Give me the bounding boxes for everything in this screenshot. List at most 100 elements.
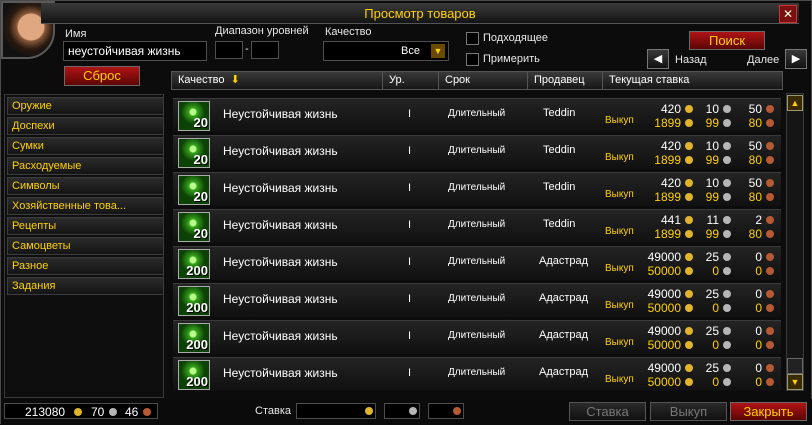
bid-copper: 0 [755, 287, 762, 301]
column-seller[interactable]: Продавец [527, 71, 603, 90]
bid-copper-input[interactable] [428, 403, 464, 419]
bid-label: Ставка [255, 405, 291, 417]
table-row[interactable]: 200 Неустойчивая жизнь I Длительный Адас… [173, 283, 781, 317]
usable-checkbox[interactable] [466, 32, 479, 45]
gold-coin-icon [685, 156, 693, 164]
search-button[interactable]: Поиск [689, 31, 765, 50]
column-quality[interactable]: Качество ⬇ [171, 71, 383, 90]
table-row[interactable]: 200 Неустойчивая жизнь I Длительный Адас… [173, 246, 781, 280]
results-scrollbar[interactable]: ▲ ▼ [786, 93, 804, 391]
buyout-label: Выкуп [605, 189, 634, 200]
scroll-up-icon[interactable]: ▲ [787, 95, 803, 111]
silver-coin-icon [723, 253, 731, 261]
silver-coin-icon [723, 119, 731, 127]
name-label: Имя [65, 28, 87, 40]
gold-coin-icon [685, 364, 693, 372]
table-row[interactable]: 20 Неустойчивая жизнь I Длительный Teddi… [173, 135, 781, 169]
bid-price: 441 11 2 [635, 213, 775, 227]
table-row[interactable]: 200 Неустойчивая жизнь I Длительный Адас… [173, 320, 781, 354]
next-page-button[interactable]: ▶ [785, 49, 807, 69]
bid-silver-input[interactable] [384, 403, 420, 419]
buyout-price: 1899 99 80 [635, 190, 775, 204]
close-icon[interactable]: ✕ [779, 5, 797, 23]
item-icon[interactable]: 20 [178, 101, 210, 131]
chevron-down-icon[interactable]: ▼ [431, 44, 445, 58]
copper-coin-icon [766, 156, 774, 164]
level-range-label: Диапазон уровней [215, 25, 309, 37]
item-count: 20 [193, 115, 208, 130]
close-button[interactable]: Закрыть [730, 402, 807, 421]
scroll-down-icon[interactable]: ▼ [787, 374, 803, 390]
bid-silver: 10 [705, 139, 719, 153]
buyout-gold: 50000 [647, 301, 681, 315]
level-min-input[interactable] [215, 41, 243, 59]
item-level: I [408, 108, 412, 120]
silver-coin-icon [723, 230, 731, 238]
category-item[interactable]: Расходуемые [7, 157, 164, 175]
bid-button[interactable]: Ставка [569, 402, 646, 421]
item-time-left: Длительный [448, 145, 506, 156]
buyout-silver: 0 [712, 338, 719, 352]
gold-coin-icon [685, 230, 693, 238]
item-time-left: Длительный [448, 330, 506, 341]
item-icon[interactable]: 20 [178, 138, 210, 168]
item-count: 20 [193, 189, 208, 204]
name-input[interactable]: неустойчивая жизнь [63, 41, 207, 61]
item-level: I [408, 293, 412, 305]
table-row[interactable]: 20 Неустойчивая жизнь I Длительный Teddi… [173, 172, 781, 206]
bid-gold-input[interactable] [296, 403, 376, 419]
item-icon[interactable]: 200 [178, 360, 210, 390]
table-row[interactable]: 200 Неустойчивая жизнь I Длительный Адас… [173, 357, 781, 391]
gold-coin-icon [685, 193, 693, 201]
bid-copper: 0 [755, 324, 762, 338]
buyout-copper: 0 [755, 338, 762, 352]
column-level[interactable]: Ур. [382, 71, 439, 90]
buyout-label: Выкуп [605, 263, 634, 274]
item-name: Неустойчивая жизнь [223, 144, 338, 158]
item-icon[interactable]: 200 [178, 286, 210, 316]
copper-coin-icon [143, 408, 151, 416]
scroll-thumb[interactable] [787, 358, 803, 374]
buyout-copper: 0 [755, 301, 762, 315]
category-item[interactable]: Задания [7, 277, 164, 295]
reset-button[interactable]: Сброс [64, 66, 140, 86]
category-item[interactable]: Доспехи [7, 117, 164, 135]
category-item[interactable]: Оружие [7, 97, 164, 115]
buyout-silver: 99 [705, 153, 719, 167]
item-count: 200 [186, 337, 208, 352]
item-icon[interactable]: 20 [178, 212, 210, 242]
buyout-copper: 80 [748, 153, 762, 167]
buyout-gold: 50000 [647, 264, 681, 278]
buyout-price: 1899 99 80 [635, 227, 775, 241]
item-icon[interactable]: 200 [178, 249, 210, 279]
category-item[interactable]: Хозяйственные това... [7, 197, 164, 215]
category-item[interactable]: Символы [7, 177, 164, 195]
bid-gold: 49000 [647, 324, 681, 338]
item-level: I [408, 330, 412, 342]
column-time[interactable]: Срок [438, 71, 528, 90]
display-on-char-checkbox[interactable] [466, 53, 479, 66]
table-row[interactable]: 20 Неустойчивая жизнь I Длительный Teddi… [173, 209, 781, 243]
copper-coin-icon [766, 193, 774, 201]
bid-copper: 50 [748, 102, 762, 116]
buyout-copper: 80 [748, 116, 762, 130]
category-item[interactable]: Самоцветы [7, 237, 164, 255]
buyout-silver: 0 [712, 301, 719, 315]
category-item[interactable]: Рецепты [7, 217, 164, 235]
column-bid[interactable]: Текущая ставка [602, 71, 783, 90]
bid-silver: 25 [705, 361, 719, 375]
player-money: 213080 70 46 [4, 403, 158, 419]
item-seller: Teddin [543, 107, 576, 119]
copper-coin-icon [766, 253, 774, 261]
item-icon[interactable]: 20 [178, 175, 210, 205]
item-icon[interactable]: 200 [178, 323, 210, 353]
category-item[interactable]: Разное [7, 257, 164, 275]
silver-coin-icon [723, 364, 731, 372]
table-row[interactable]: 20 Неустойчивая жизнь I Длительный Teddi… [173, 98, 781, 132]
level-max-input[interactable] [251, 41, 279, 59]
quality-dropdown[interactable]: Все ▼ [323, 41, 449, 61]
prev-page-button[interactable]: ◀ [647, 49, 669, 69]
category-item[interactable]: Сумки [7, 137, 164, 155]
buyout-button[interactable]: Выкуп [650, 402, 727, 421]
item-time-left: Длительный [448, 219, 506, 230]
